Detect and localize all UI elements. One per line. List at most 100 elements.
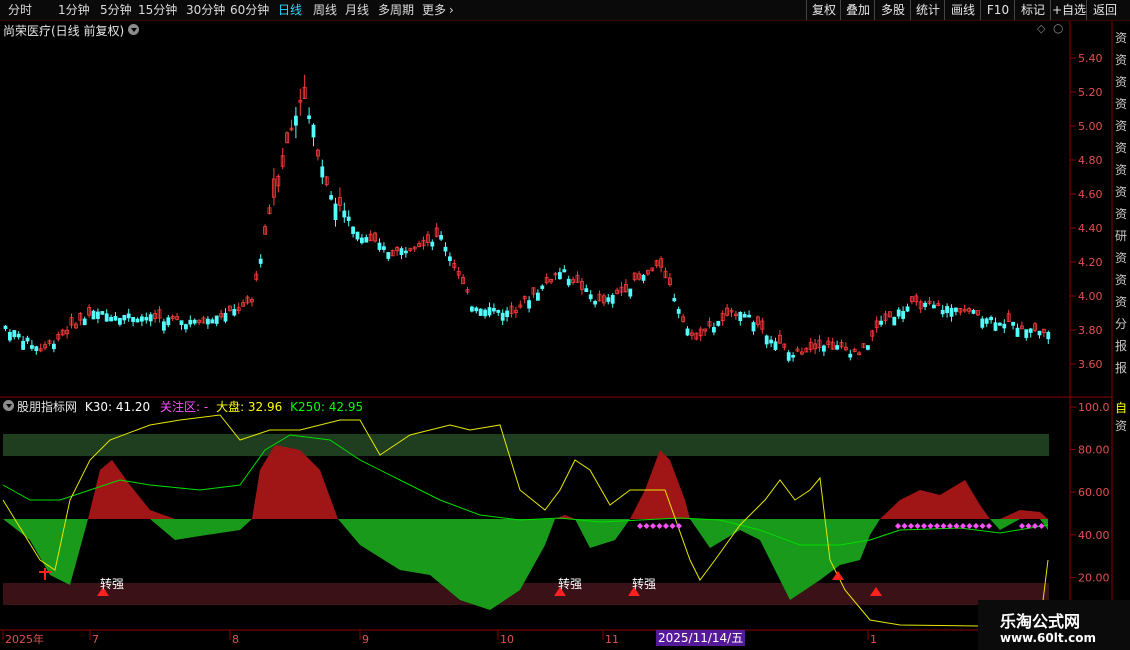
time-axis-label: 9 [362,633,369,646]
candle-body [131,317,136,322]
candle-body [773,341,778,350]
toolbar-button-8[interactable]: 返回 [1086,0,1123,20]
price-axis-label: 5.20 [1078,86,1103,99]
side-strip-char: 资 [1115,185,1128,199]
watermark-title: 乐淘公式网 [1000,612,1081,631]
candle-body [96,311,100,319]
candle-body [307,115,312,120]
candle-body [183,324,188,330]
toolbar-button-7[interactable]: +自选 [1050,0,1087,20]
candle-body [1024,329,1029,338]
candle-body [104,313,109,322]
toolbar-button-3[interactable]: 统计 [910,0,945,20]
candle-body [879,320,883,325]
candle-body [747,314,751,318]
candle-body [179,320,184,325]
price-axis-label: 3.60 [1078,358,1103,371]
candle-body [29,345,34,349]
focus-diamond [973,523,979,529]
candle-body [1028,328,1033,333]
candle-body [606,297,611,302]
red-area [3,445,1048,519]
candle-body [505,310,510,318]
candle-body [483,309,488,317]
side-strip-char: 资 [1115,251,1128,265]
candle-body [496,309,501,313]
candle-body [822,345,826,352]
time-axis-label: 11 [605,633,619,646]
candle-body [562,269,567,273]
focus-diamond [895,523,901,529]
candle-body [932,304,936,309]
toolbar-button-1[interactable]: 叠加 [840,0,875,20]
candle-body [144,317,149,321]
toolbar-button-2[interactable]: 多股 [874,0,911,20]
candle-body [716,320,721,326]
candle-body [166,317,171,326]
candle-body [536,292,540,301]
tab-period-0[interactable]: 分时 [8,0,32,20]
toolbar-button-6[interactable]: 标记 [1014,0,1051,20]
side-strip-char: 资 [1115,207,1128,221]
candle-body [1015,327,1020,337]
tab-period-2[interactable]: 5分钟 [100,0,132,20]
tab-period-8[interactable]: 月线 [345,0,369,20]
tab-period-10[interactable]: 更多 [422,0,446,20]
side-strip-char: 资 [1115,97,1128,111]
candle-body [593,300,597,305]
toolbar-button-4[interactable]: 画线 [944,0,981,20]
focus-diamond [934,523,940,529]
toolbar-button-5[interactable]: F10 [980,0,1015,20]
candle-body [1011,321,1015,326]
candle-body [984,318,989,324]
candle-body [1037,330,1042,336]
candle-body [641,274,646,281]
tab-period-4[interactable]: 30分钟 [186,0,225,20]
candle-body [377,242,382,250]
diamond-icon[interactable]: ◇ [1037,22,1045,35]
candle-body [381,246,386,250]
market-value: 大盘: 32.96 [216,400,283,414]
circle-icon[interactable]: ○ [1053,21,1063,35]
candle-body [786,352,791,361]
candle-body [848,353,853,358]
candle-body [628,288,633,297]
focus-diamond [1032,523,1038,529]
candle-body [892,316,897,326]
candle-body [192,319,197,324]
candle-body [223,312,228,322]
side-strip-char: 研 [1115,229,1128,243]
candle-body [355,231,360,240]
focus-diamond [914,523,921,529]
candle-body [122,314,127,321]
candle-body [118,317,122,325]
k250-value: K250: 42.95 [290,400,364,414]
tab-period-9[interactable]: 多周期 [378,0,414,20]
candle-body [866,345,870,350]
side-info-strip[interactable]: 资资资资资资资资资研资资资分报报自资 [1113,21,1130,650]
candle-body [584,288,589,293]
candle-body [527,300,531,309]
side-strip-char: 资 [1115,119,1128,133]
candle-body [469,306,474,312]
tab-period-1[interactable]: 1分钟 [58,0,90,20]
candle-body [188,319,193,325]
candle-body [588,294,593,300]
chevron-right-icon[interactable]: › [449,0,454,20]
candle-body [386,252,391,259]
tab-period-3[interactable]: 15分钟 [138,0,177,20]
indicator-menu-icon[interactable] [3,400,14,411]
side-strip-char: 资 [1115,163,1128,177]
tab-period-5[interactable]: 60分钟 [230,0,269,20]
tab-period-6[interactable]: 日线 [278,0,302,20]
tab-period-7[interactable]: 周线 [313,0,337,20]
candle-body [399,248,404,255]
toolbar-button-0[interactable]: 复权 [806,0,841,20]
candle-body [923,302,927,308]
chevron-down-icon[interactable] [128,24,139,35]
side-strip-char: 资 [1115,31,1128,45]
focus-diamond [669,523,676,529]
main-chart[interactable]: 5.40 5.20 5.00 4.80 4.60 4.40 4.20 4.00 3.80 3.60… [0,21,1130,650]
candle-body [329,195,334,200]
focus-diamond [643,523,650,529]
